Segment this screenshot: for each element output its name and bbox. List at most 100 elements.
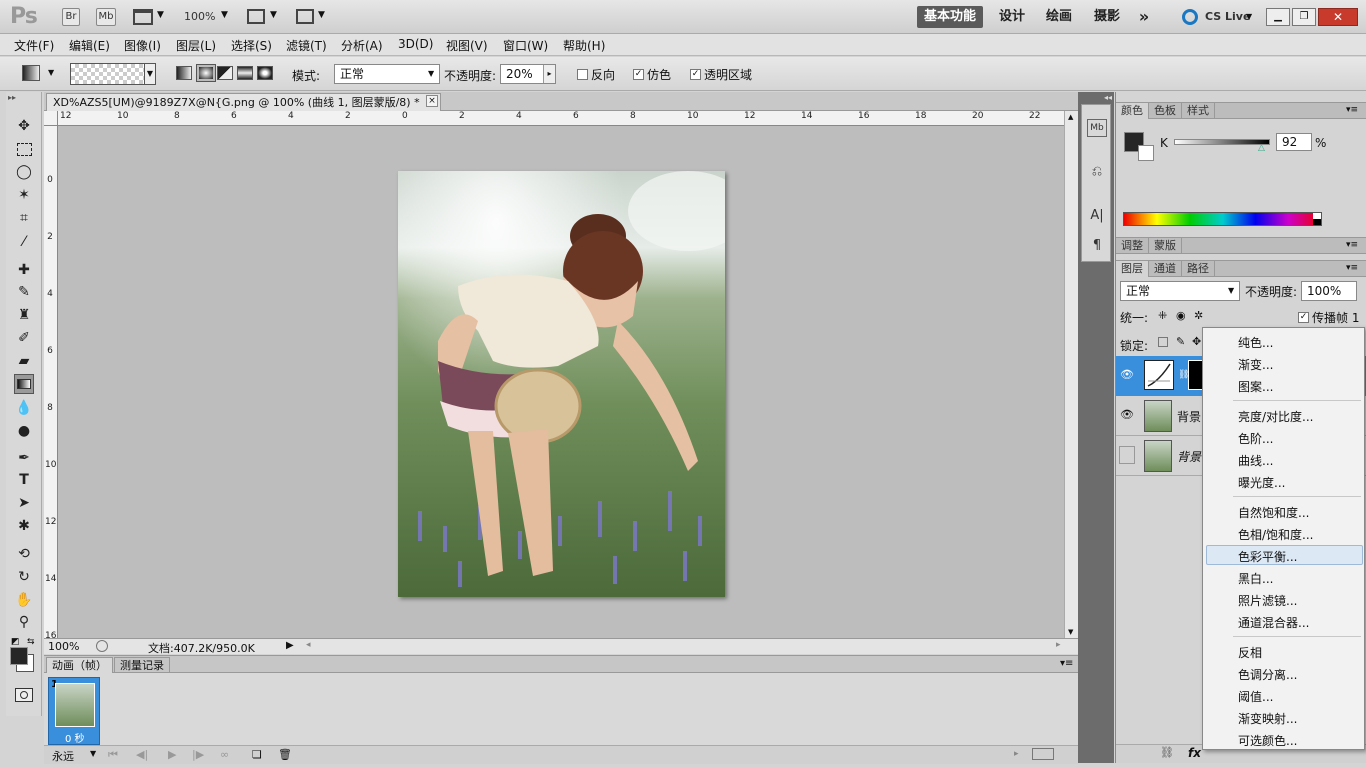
menu-3d[interactable]: 3D(D) — [398, 37, 433, 51]
workspace-design[interactable]: 设计 — [990, 6, 1034, 28]
menu-item-selective-color[interactable]: 可选颜色... — [1238, 732, 1297, 749]
layers-panel-menu-icon[interactable]: ▾≡ — [1346, 263, 1358, 273]
custom-shape-tool-icon[interactable]: ✱ — [14, 516, 34, 536]
view-extras-dropdown-icon[interactable]: ▼ — [157, 10, 164, 20]
brush-tool-icon[interactable]: ✎ — [14, 282, 34, 302]
3d-orbit-tool-icon[interactable]: ↻ — [14, 567, 34, 587]
menu-edit[interactable]: 编辑(E) — [69, 37, 110, 54]
3d-rotate-tool-icon[interactable]: ⟲ — [14, 544, 34, 564]
quick-mask-icon[interactable] — [15, 688, 33, 702]
opacity-slider-arrow-icon[interactable]: ▸ — [543, 65, 555, 83]
marquee-tool-icon[interactable] — [14, 140, 34, 160]
foreground-color-swatch[interactable] — [10, 647, 28, 665]
vertical-ruler[interactable]: 0 2 4 6 8 10 12 14 16 — [44, 126, 58, 641]
menu-item-vibrance[interactable]: 自然饱和度... — [1238, 504, 1309, 521]
hscroll-left-icon[interactable]: ◂ — [306, 640, 311, 650]
menu-item-gradient[interactable]: 渐变... — [1238, 356, 1273, 373]
eraser-tool-icon[interactable]: ▰ — [14, 351, 34, 371]
paragraph-panel-icon[interactable]: ¶ — [1087, 235, 1107, 257]
history-panel-icon[interactable]: ⎌ — [1087, 161, 1107, 183]
menu-item-posterize[interactable]: 色调分离... — [1238, 666, 1297, 683]
unify-style-icon[interactable]: ✲ — [1194, 309, 1203, 322]
menu-filter[interactable]: 滤镜(T) — [286, 37, 327, 54]
gradient-picker-dropdown-icon[interactable]: ▼ — [144, 64, 155, 84]
tab-masks[interactable]: 蒙版 — [1149, 238, 1182, 254]
play-icon[interactable]: ▶ — [168, 748, 176, 761]
cs-live-dropdown-icon[interactable]: ▼ — [1246, 12, 1252, 21]
menu-item-brightness-contrast[interactable]: 亮度/对比度... — [1238, 408, 1314, 425]
delete-frame-icon[interactable]: 🗑 — [278, 748, 292, 761]
color-background-swatch[interactable] — [1138, 145, 1154, 161]
history-brush-tool-icon[interactable]: ✐ — [14, 328, 34, 348]
path-selection-tool-icon[interactable]: ➤ — [14, 493, 34, 513]
menu-item-gradient-map[interactable]: 渐变映射... — [1238, 710, 1297, 727]
menu-item-pattern[interactable]: 图案... — [1238, 378, 1273, 395]
frame-delay[interactable]: 0 秒 — [65, 730, 85, 745]
screen-mode-dropdown-icon[interactable]: ▼ — [318, 10, 325, 20]
next-frame-icon[interactable]: |▶ — [192, 748, 204, 761]
convert-timeline-icon[interactable] — [1032, 748, 1054, 760]
tab-measurement-log[interactable]: 测量记录 — [114, 657, 170, 673]
tool-preset-icon[interactable] — [22, 65, 40, 81]
menu-item-threshold[interactable]: 阈值... — [1238, 688, 1273, 705]
ruler-origin[interactable] — [44, 111, 58, 126]
tab-channels[interactable]: 通道 — [1149, 261, 1182, 277]
dodge-tool-icon[interactable]: ● — [14, 421, 34, 441]
menu-item-invert[interactable]: 反相 — [1238, 644, 1262, 661]
loop-select[interactable]: 永远 — [52, 748, 74, 764]
more-workspaces-icon[interactable]: » — [1133, 6, 1155, 28]
document-tab[interactable]: XD%AZS5[UM)@9189Z7X@N{G.png @ 100% (曲线 1… — [46, 93, 441, 111]
tab-paths[interactable]: 路径 — [1182, 261, 1215, 277]
cs-live-label[interactable]: CS Live — [1205, 10, 1250, 23]
menu-item-channel-mixer[interactable]: 通道混合器... — [1238, 614, 1309, 631]
mode-dropdown-icon[interactable]: ▼ — [428, 69, 434, 78]
menu-item-photo-filter[interactable]: 照片滤镜... — [1238, 592, 1297, 609]
layer-name[interactable]: 背景 — [1177, 448, 1201, 465]
workspace-essentials[interactable]: 基本功能 — [917, 6, 983, 28]
view-extras-icon[interactable] — [133, 9, 153, 25]
minimize-button[interactable]: ▁ — [1266, 8, 1290, 26]
menu-item-levels[interactable]: 色阶... — [1238, 430, 1273, 447]
linear-gradient-icon[interactable] — [176, 66, 192, 80]
first-frame-icon[interactable]: ⏮ — [108, 748, 118, 762]
bridge-button[interactable]: Br — [62, 8, 80, 26]
diamond-gradient-icon[interactable] — [257, 66, 273, 80]
menu-analysis[interactable]: 分析(A) — [341, 37, 383, 54]
screen-mode-icon[interactable] — [296, 9, 314, 24]
hscroll-right-icon[interactable]: ▸ — [1056, 640, 1061, 650]
menu-item-black-white[interactable]: 黑白... — [1238, 570, 1273, 587]
workspace-photography[interactable]: 摄影 — [1085, 6, 1129, 28]
status-menu-arrow-icon[interactable]: ▶ — [286, 640, 294, 651]
menu-layer[interactable]: 图层(L) — [176, 37, 216, 54]
layer-style-icon[interactable]: fx — [1188, 746, 1201, 760]
menu-item-solid-color[interactable]: 纯色... — [1238, 334, 1273, 351]
arrange-dropdown-icon[interactable]: ▼ — [270, 10, 277, 20]
unify-visibility-icon[interactable]: ◉ — [1176, 309, 1186, 322]
status-zoom-icon[interactable] — [96, 640, 108, 652]
arrange-documents-icon[interactable] — [247, 9, 265, 24]
menu-image[interactable]: 图像(I) — [124, 37, 161, 54]
menu-select[interactable]: 选择(S) — [231, 37, 272, 54]
zoom-tool-icon[interactable]: ⚲ — [14, 612, 34, 632]
quick-selection-tool-icon[interactable]: ✶ — [14, 185, 34, 205]
dither-checkbox[interactable]: ✓ — [633, 69, 644, 80]
tab-layers[interactable]: 图层 — [1116, 261, 1149, 277]
color-panel-menu-icon[interactable]: ▾≡ — [1346, 105, 1358, 115]
new-frame-icon[interactable]: ❏ — [252, 748, 262, 761]
angle-gradient-icon[interactable] — [217, 66, 233, 80]
color-k-slider[interactable] — [1174, 139, 1270, 145]
animation-frame[interactable]: 1 0 秒 — [48, 677, 100, 745]
menu-view[interactable]: 视图(V) — [446, 37, 488, 54]
minibridge-button[interactable]: Mb — [96, 8, 116, 26]
tab-styles[interactable]: 样式 — [1182, 103, 1215, 119]
zoom-dropdown-icon[interactable]: ▼ — [221, 10, 228, 20]
color-ramp[interactable] — [1123, 212, 1322, 226]
layer-visibility-empty[interactable] — [1119, 446, 1135, 464]
menu-item-exposure[interactable]: 曝光度... — [1238, 474, 1285, 491]
menu-window[interactable]: 窗口(W) — [503, 37, 548, 54]
type-tool-icon[interactable]: T — [14, 470, 34, 490]
mode-select[interactable]: 正常 — [334, 64, 440, 84]
lasso-tool-icon[interactable]: ◯ — [14, 162, 34, 182]
tab-color[interactable]: 颜色 — [1116, 103, 1149, 119]
menu-item-color-balance[interactable]: 色彩平衡... — [1238, 548, 1297, 565]
